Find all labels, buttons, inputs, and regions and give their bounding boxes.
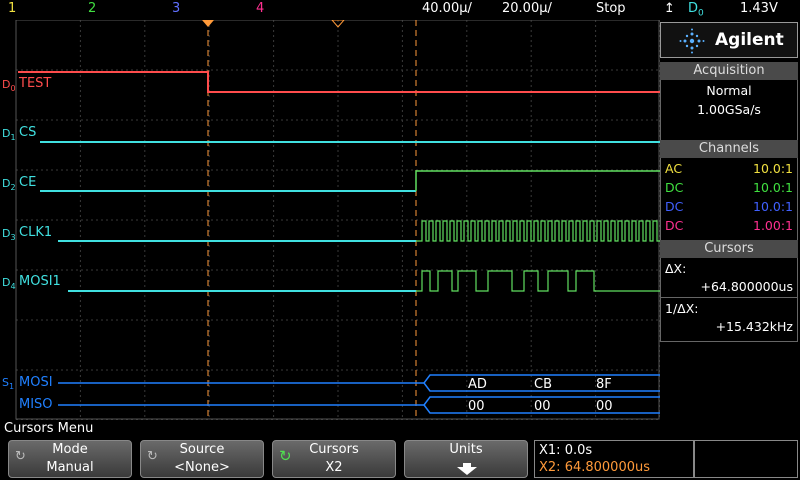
ch2-coupling: DC <box>665 180 684 195</box>
units-label: Units <box>449 442 483 457</box>
channel-3-indicator[interactable]: 3 <box>172 1 180 16</box>
side-panel: Agilent Acquisition Normal 1.00GSa/s Cha… <box>660 22 798 420</box>
channels-box: AC 10.0:1 DC 10.0:1 DC 10.0:1 DC 1.00:1 <box>660 158 798 240</box>
mode-label: Mode <box>52 442 88 457</box>
cursors-value: X2 <box>325 460 343 475</box>
brand-name: Agilent <box>715 30 784 50</box>
ch3-coupling: DC <box>665 199 684 214</box>
mosi-byte-3: 8F <box>596 377 612 392</box>
s1-id: S1 <box>2 376 14 391</box>
acq-rate: 1.00GSa/s <box>697 102 761 117</box>
mode-value: Manual <box>46 460 94 475</box>
acquisition-box: Normal 1.00GSa/s <box>660 80 798 140</box>
menu-title: Cursors Menu <box>0 420 800 438</box>
d3-name: CLK1 <box>19 225 52 240</box>
d3-clock-pulses <box>416 220 660 242</box>
ch3-probe: 10.0:1 <box>753 199 793 214</box>
d2-name: CE <box>19 175 36 190</box>
readout-empty <box>694 440 798 478</box>
trigger-source: D0 <box>688 1 704 19</box>
cursors-box: ΔX: +64.800000us 1/ΔX: +15.432kHz <box>660 258 798 342</box>
mosi-byte-1: AD <box>468 377 487 392</box>
trigger-level: 1.43V <box>740 1 778 16</box>
inv-delta-x-value: +15.432kHz <box>715 319 793 334</box>
delay-readout: 20.00µ/ <box>502 1 552 16</box>
units-softkey[interactable]: Units <box>404 440 528 478</box>
d0-id: D0 <box>2 78 16 93</box>
channel-4-indicator[interactable]: 4 <box>256 1 264 16</box>
d0-name: TEST <box>18 76 51 91</box>
d4-data-pulses <box>416 270 660 292</box>
acq-mode: Normal <box>706 83 752 98</box>
delta-x-value: +64.800000us <box>700 279 793 294</box>
x2-readout: X2: 64.800000us <box>539 460 651 475</box>
d0-trace <box>18 71 660 93</box>
agilent-spark-icon <box>679 28 705 54</box>
run-state: Stop <box>596 1 626 16</box>
s1-miso-label: MISO <box>19 397 53 412</box>
graticule <box>15 20 660 420</box>
acquisition-header: Acquisition <box>660 62 798 80</box>
channel-1-indicator[interactable]: 1 <box>8 1 16 16</box>
cursor-readout: X1: 0.0s X2: 64.800000us <box>534 440 694 478</box>
submenu-arrow-icon <box>457 463 477 475</box>
ch4-probe: 1.00:1 <box>753 218 793 233</box>
d1-id: D1 <box>2 127 16 142</box>
cursors-label: Cursors <box>309 442 359 457</box>
d2-trace-high <box>415 170 660 191</box>
ch1-coupling: AC <box>665 161 683 176</box>
inv-delta-x-label: 1/ΔX: <box>665 301 699 316</box>
d2-id: D2 <box>2 177 16 192</box>
waveform-display[interactable]: D0 TEST D1 CS D2 CE D3 CLK1 D4 MOSI1 S1 … <box>0 20 660 420</box>
ch2-probe: 10.0:1 <box>753 180 793 195</box>
cursors-header: Cursors <box>660 240 798 258</box>
mode-softkey[interactable]: ↻ Mode Manual <box>8 440 132 478</box>
source-label: Source <box>179 442 225 457</box>
miso-byte-3: 00 <box>596 399 613 414</box>
brand-logo: Agilent <box>660 22 798 58</box>
channels-header: Channels <box>660 140 798 158</box>
s1-mosi-label: MOSI <box>19 375 53 390</box>
mosi-byte-2: CB <box>534 377 552 392</box>
miso-byte-2: 00 <box>534 399 551 414</box>
status-bar: 1 2 3 4 40.00µ/ 20.00µ/ Stop ↥ D0 1.43V <box>0 0 800 20</box>
miso-byte-1: 00 <box>468 399 485 414</box>
cursors-softkey[interactable]: ↻ Cursors X2 <box>272 440 396 478</box>
channel-2-indicator[interactable]: 2 <box>88 1 96 16</box>
ch1-probe: 10.0:1 <box>753 161 793 176</box>
ch4-coupling: DC <box>665 218 684 233</box>
timebase-readout: 40.00µ/ <box>422 1 472 16</box>
delta-x-label: ΔX: <box>665 261 687 276</box>
d4-id: D4 <box>2 276 16 291</box>
source-softkey[interactable]: ↻ Source <None> <box>140 440 264 478</box>
trigger-edge-icon: ↥ <box>664 1 675 16</box>
d1-name: CS <box>19 125 36 140</box>
d3-id: D3 <box>2 227 16 242</box>
x1-readout: X1: 0.0s <box>539 443 593 458</box>
source-value: <None> <box>174 460 230 475</box>
d4-name: MOSI1 <box>19 274 61 289</box>
